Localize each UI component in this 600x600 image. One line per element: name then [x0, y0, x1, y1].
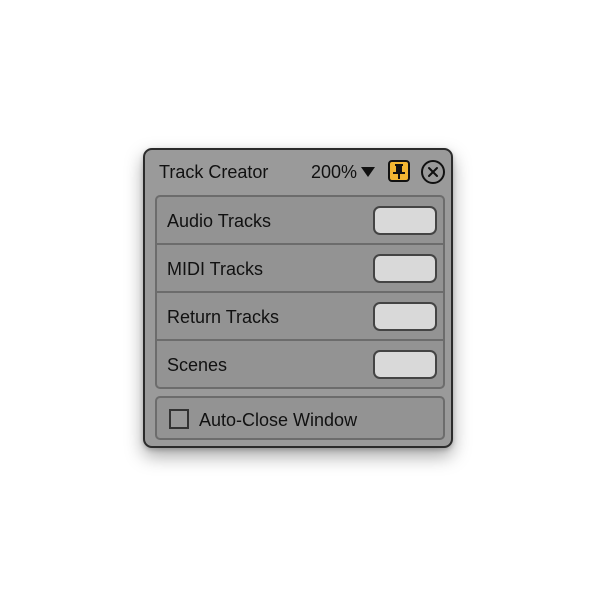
auto-close-checkbox[interactable]: [169, 409, 189, 429]
close-button[interactable]: [421, 160, 445, 184]
audio-tracks-label: Audio Tracks: [167, 211, 272, 231]
auto-close-label[interactable]: Auto-Close Window: [199, 410, 357, 430]
midi-tracks-label: MIDI Tracks: [167, 259, 264, 279]
window-title: Track Creator: [159, 162, 269, 182]
title-bar: Track Creator 200%: [145, 150, 451, 194]
scenes-label: Scenes: [167, 355, 228, 375]
midi-tracks-field[interactable]: [373, 254, 437, 283]
zoom-value: 200%: [311, 162, 358, 182]
close-icon: [428, 167, 438, 177]
track-count-group: Audio Tracks MIDI Tracks Return Tracks S…: [155, 195, 445, 389]
row-return-tracks: Return Tracks: [157, 293, 443, 341]
row-midi-tracks: MIDI Tracks: [157, 245, 443, 293]
return-tracks-label: Return Tracks: [167, 307, 280, 327]
return-tracks-field[interactable]: [373, 302, 437, 331]
pin-icon: [393, 164, 405, 179]
zoom-dropdown[interactable]: 200%: [311, 162, 376, 182]
track-creator-window: Track Creator 200% Audio Tracks MIDI Tra…: [143, 148, 453, 448]
scenes-field[interactable]: [373, 350, 437, 379]
auto-close-group: Auto-Close Window: [155, 396, 445, 440]
pin-button[interactable]: [388, 160, 410, 182]
audio-tracks-field[interactable]: [373, 206, 437, 235]
row-scenes: Scenes: [157, 341, 443, 389]
chevron-down-icon: [361, 167, 376, 177]
row-audio-tracks: Audio Tracks: [157, 197, 443, 245]
